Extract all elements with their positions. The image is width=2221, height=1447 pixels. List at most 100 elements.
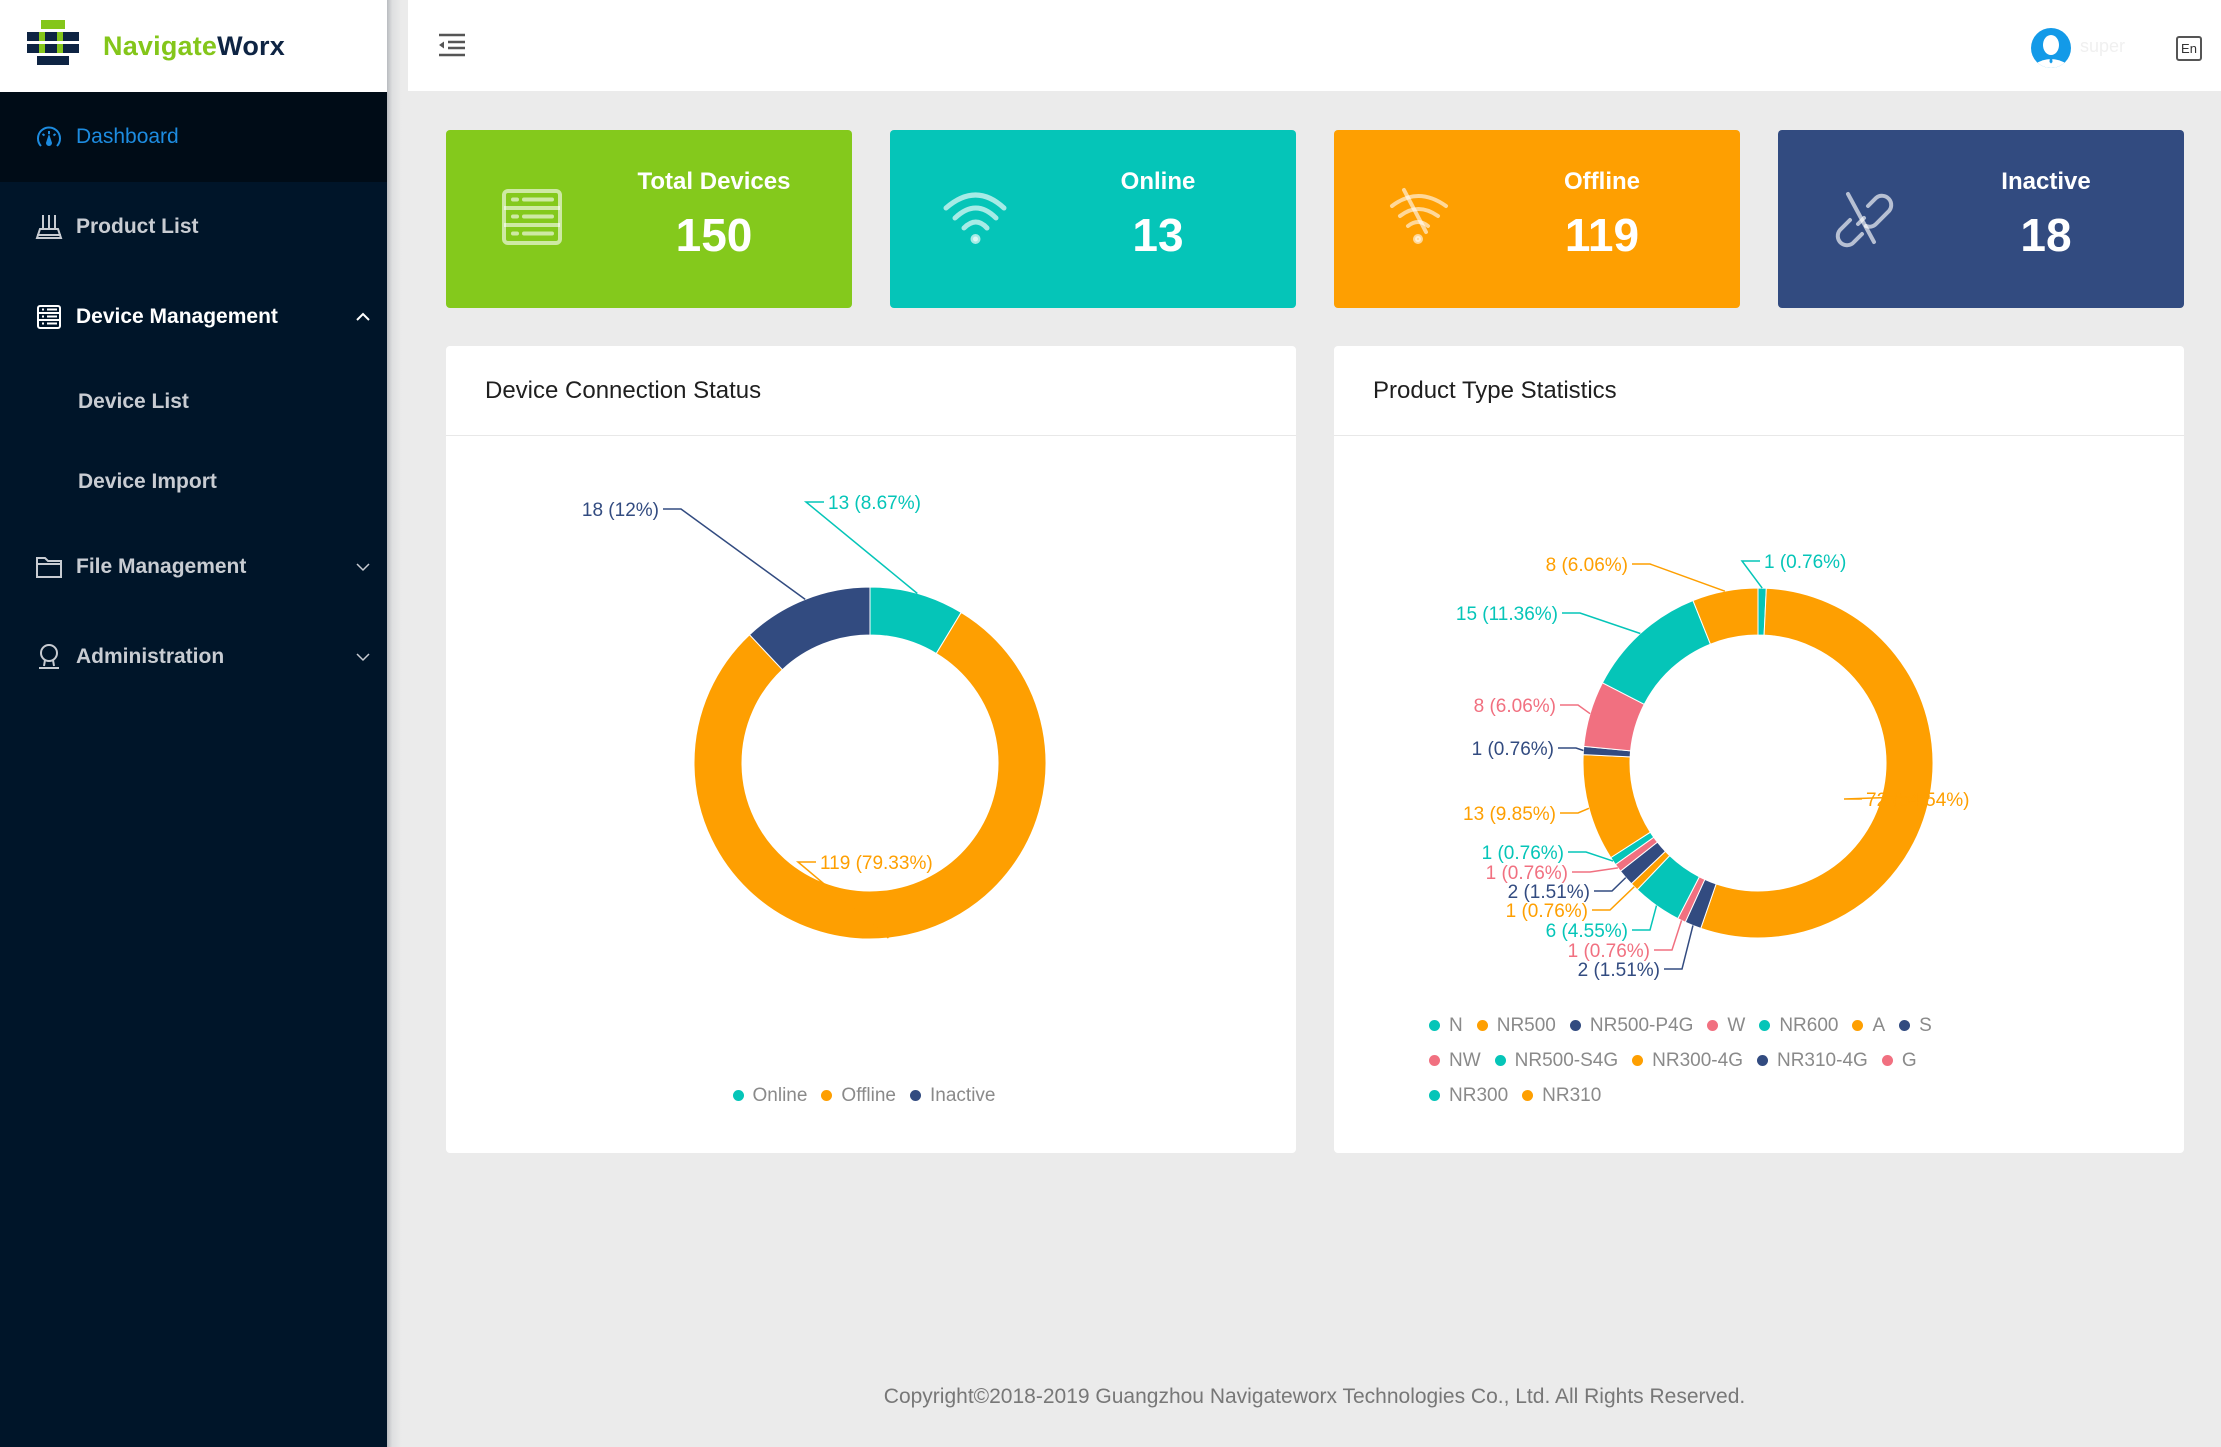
- collapse-menu-icon[interactable]: [438, 32, 466, 58]
- username[interactable]: super: [2080, 36, 2125, 57]
- sidebar-item-device-management[interactable]: Device Management: [0, 272, 387, 362]
- sidebar-item-file-management[interactable]: File Management: [0, 522, 387, 612]
- sidebar-item-administration[interactable]: Administration: [0, 612, 387, 702]
- legend-item-offline[interactable]: Offline: [821, 1078, 896, 1113]
- stat-value: 119: [1564, 209, 1640, 261]
- sidebar-item-label: Dashboard: [76, 125, 179, 148]
- legend-label: Offline: [841, 1084, 896, 1106]
- sidebar-shadow: [387, 0, 408, 1447]
- app-root: NavigateWorx Dashboard Product List Devi…: [0, 0, 2221, 1447]
- panel-product-type-statistics: Product Type Statistics 1 (0.76%) 72 (54.…: [1334, 346, 2184, 1153]
- slice-offline[interactable]: [693, 611, 1047, 940]
- stat-value: 150: [675, 209, 753, 261]
- router-icon: [34, 212, 64, 242]
- panel-device-connection-status: Device Connection Status 13 (8.67%) 119 (…: [446, 346, 1296, 1153]
- data-label: 1 (0.76%): [1486, 863, 1568, 884]
- label-leader-line: [1560, 704, 1591, 715]
- brand-name: NavigateWorx: [103, 30, 285, 61]
- legend-item-nr310-4g[interactable]: NR310-4G: [1756, 1043, 1868, 1078]
- sidebar: NavigateWorx Dashboard Product List Devi…: [0, 0, 387, 1447]
- unlink-icon: [1835, 192, 1894, 248]
- legend-item-nr500[interactable]: NR500: [1476, 1008, 1556, 1043]
- label-leader-line: [1740, 560, 1763, 589]
- legend-dot-icon: [1429, 1090, 1440, 1101]
- legend-label: NR300: [1449, 1084, 1509, 1106]
- legend-dot-icon: [1429, 1020, 1440, 1031]
- stat-value: 18: [2020, 209, 2072, 261]
- sidebar-item-product-list[interactable]: Product List: [0, 182, 387, 272]
- sidebar-item-dashboard[interactable]: Dashboard: [0, 92, 387, 182]
- legend-label: A: [1872, 1014, 1886, 1036]
- legend-label: NR500-S4G: [1514, 1049, 1619, 1071]
- sidebar-item-label: Administration: [76, 645, 225, 668]
- sidebar-nav: Dashboard Product List Device Management…: [0, 92, 387, 702]
- dashboard-gauge-icon: [34, 122, 64, 152]
- legend-item-nr600[interactable]: NR600: [1759, 1008, 1838, 1043]
- stat-label: Online: [1120, 168, 1196, 195]
- legend-label: Online: [752, 1084, 808, 1106]
- slice-nr500[interactable]: [1700, 587, 1934, 939]
- legend-item-nr500-p4g[interactable]: NR500-P4G: [1569, 1008, 1694, 1043]
- legend-dot-icon: [910, 1090, 921, 1101]
- legend-label: NR300-4G: [1652, 1049, 1743, 1071]
- legend-dot-icon: [1756, 1055, 1768, 1066]
- legend-item-inactive[interactable]: Inactive: [910, 1078, 995, 1113]
- user-avatar[interactable]: [2031, 28, 2071, 68]
- stat-card-offline[interactable]: Offline 119: [1334, 130, 1740, 308]
- slice-nr300[interactable]: [1601, 599, 1712, 706]
- legend-label: N: [1449, 1014, 1463, 1036]
- legend-dot-icon: [1476, 1020, 1488, 1031]
- data-label: 119 (79.33%): [820, 853, 933, 874]
- legend-item-a[interactable]: A: [1852, 1008, 1885, 1043]
- logo[interactable]: NavigateWorx: [0, 0, 387, 92]
- label-leader-line: [1632, 905, 1658, 931]
- data-label: 1 (0.76%): [1482, 843, 1564, 864]
- legend-dot-icon: [1632, 1055, 1644, 1066]
- label-leader-line: [1562, 612, 1641, 635]
- legend-label: NR310-4G: [1776, 1049, 1868, 1071]
- avatar-icon: [2035, 35, 2067, 68]
- wifi-off-icon: [1390, 188, 1448, 244]
- legend-label: NR310: [1542, 1084, 1602, 1106]
- legend-item-nw[interactable]: NW: [1429, 1043, 1481, 1078]
- legend-item-nr500-s4g[interactable]: NR500-S4G: [1494, 1043, 1619, 1078]
- data-label: 1 (0.76%): [1568, 941, 1650, 962]
- label-leader-line: [1654, 920, 1683, 951]
- legend-dot-icon: [1707, 1020, 1719, 1031]
- stat-card-inactive[interactable]: Inactive 18: [1778, 130, 2184, 308]
- wifi-icon: [943, 192, 1007, 244]
- stat-card-total-devices[interactable]: Total Devices 150: [446, 130, 852, 308]
- folder-icon: [34, 552, 64, 582]
- legend-item-s[interactable]: S: [1899, 1008, 1932, 1043]
- footer-copyright: Copyright©2018-2019 Guangzhou Navigatewo…: [883, 1385, 1746, 1408]
- data-label: 13 (8.67%): [828, 493, 921, 514]
- legend-label: NR500: [1496, 1014, 1556, 1036]
- sidebar-subitem-device-list[interactable]: Device List: [0, 362, 387, 442]
- label-leader-line: [663, 508, 806, 600]
- brand-logo-icon: [27, 20, 79, 72]
- legend-item-n[interactable]: N: [1429, 1008, 1463, 1043]
- stat-card-online[interactable]: Online 13: [890, 130, 1296, 308]
- legend-label: NW: [1449, 1049, 1481, 1071]
- legend-item-nr300-4g[interactable]: NR300-4G: [1632, 1043, 1743, 1078]
- sidebar-item-label: File Management: [76, 555, 247, 578]
- data-label: 1 (0.76%): [1472, 739, 1554, 760]
- legend-item-online[interactable]: Online: [732, 1078, 808, 1113]
- legend-dot-icon: [1569, 1020, 1581, 1031]
- legend-dot-icon: [821, 1090, 833, 1101]
- label-leader-line: [1568, 851, 1614, 862]
- legend-dot-icon: [1494, 1055, 1506, 1066]
- legend-item-nr310[interactable]: NR310: [1522, 1078, 1601, 1113]
- sidebar-subitem-device-import[interactable]: Device Import: [0, 442, 387, 522]
- data-label: 6 (4.55%): [1546, 921, 1628, 942]
- data-label: 1 (0.76%): [1764, 552, 1846, 573]
- legend-item-nr300[interactable]: NR300: [1429, 1078, 1508, 1113]
- sidebar-item-label: Device Management: [76, 305, 278, 328]
- label-leader-line: [1632, 563, 1726, 592]
- legend-item-w[interactable]: W: [1707, 1008, 1745, 1043]
- legend-item-g[interactable]: G: [1881, 1043, 1917, 1078]
- legend-label: NR500-P4G: [1589, 1014, 1694, 1036]
- language-switch-button[interactable]: En: [2176, 36, 2202, 61]
- label-leader-line: [803, 501, 918, 595]
- connection-donut-chart: 13 (8.67%) 119 (79.33%) 18 (12%): [582, 493, 1047, 940]
